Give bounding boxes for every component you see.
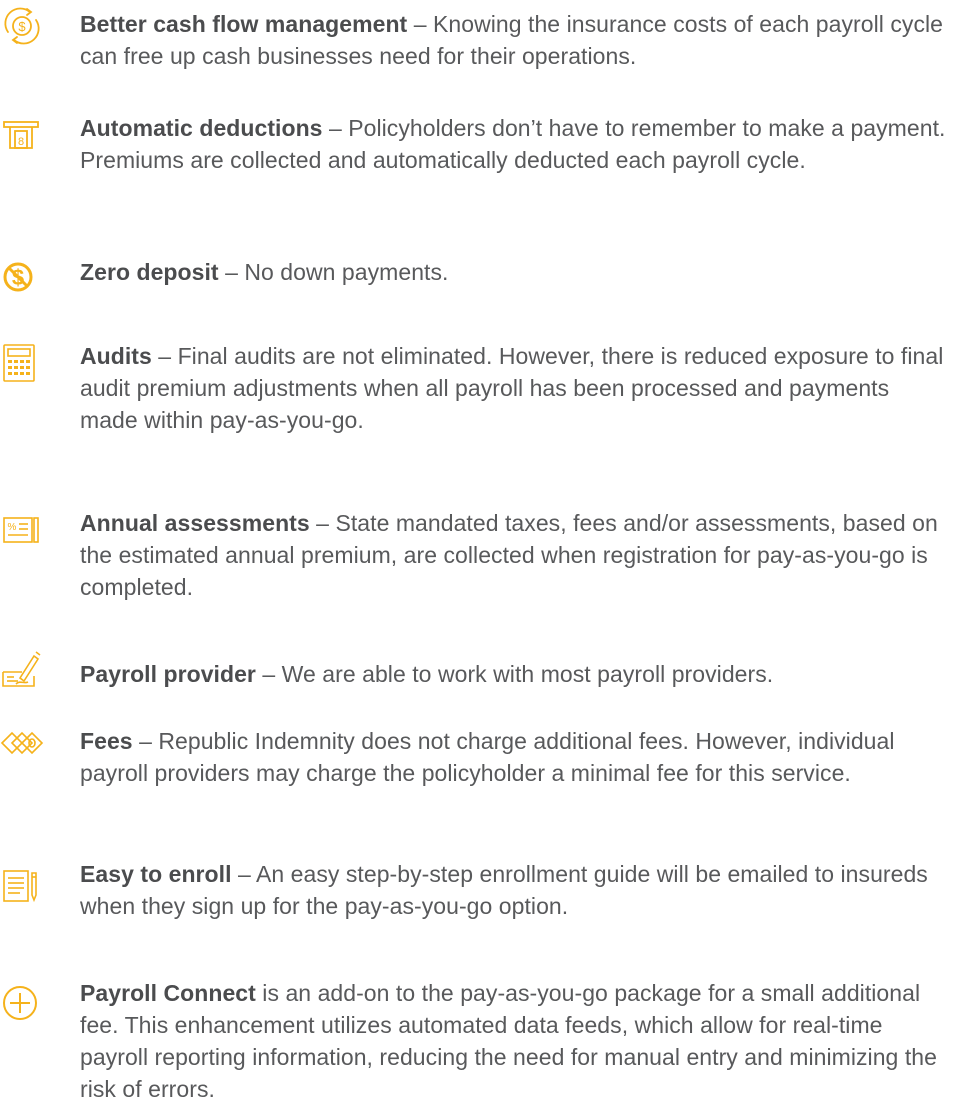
check-signing-icon: [0, 646, 44, 690]
benefit-text: Automatic deductions – Policyholders don…: [80, 112, 950, 176]
benefit-title: Payroll Connect: [80, 980, 256, 1006]
benefit-text: Better cash flow management – Knowing th…: [80, 8, 950, 72]
benefit-text: Payroll provider – We are able to work w…: [80, 658, 950, 690]
benefit-title: Easy to enroll: [80, 861, 232, 887]
benefit-title: Annual assessments: [80, 510, 310, 536]
plus-circle-icon: [0, 983, 44, 1027]
svg-text:8: 8: [18, 136, 24, 148]
benefit-text: Easy to enroll – An easy step-by-step en…: [80, 858, 950, 922]
benefit-title: Automatic deductions: [80, 115, 323, 141]
benefit-title: Better cash flow management: [80, 11, 408, 37]
benefit-body: – Final audits are not eliminated. Howev…: [80, 343, 944, 433]
benefit-body: – Republic Indemnity does not charge add…: [80, 728, 895, 786]
svg-text:$: $: [12, 265, 24, 290]
benefit-title: Fees: [80, 728, 133, 754]
benefit-body: – We are able to work with most payroll …: [255, 661, 774, 687]
svg-text:$: $: [18, 19, 26, 34]
benefit-text: Annual assessments – State mandated taxe…: [80, 507, 950, 603]
benefit-title: Audits: [80, 343, 152, 369]
svg-text:%: %: [8, 522, 17, 533]
benefit-title: Payroll provider: [80, 661, 256, 687]
benefit-text: Audits – Final audits are not eliminated…: [80, 340, 950, 436]
percent-document-icon: %: [0, 510, 44, 554]
benefit-body: – No down payments.: [218, 259, 449, 285]
atm-icon: 8: [0, 112, 44, 156]
money-bills-icon: [0, 725, 44, 769]
no-dollar-icon: $: [0, 256, 44, 300]
benefit-text: Zero deposit – No down payments.: [80, 256, 950, 288]
benefit-text: Payroll Connect is an add-on to the pay-…: [80, 977, 950, 1105]
benefit-title: Zero deposit: [80, 259, 219, 285]
document-pencil-icon: [0, 863, 44, 907]
calculator-icon: [0, 339, 44, 383]
cash-flow-cycle-icon: $: [0, 4, 44, 48]
benefit-text: Fees – Republic Indemnity does not charg…: [80, 725, 950, 789]
